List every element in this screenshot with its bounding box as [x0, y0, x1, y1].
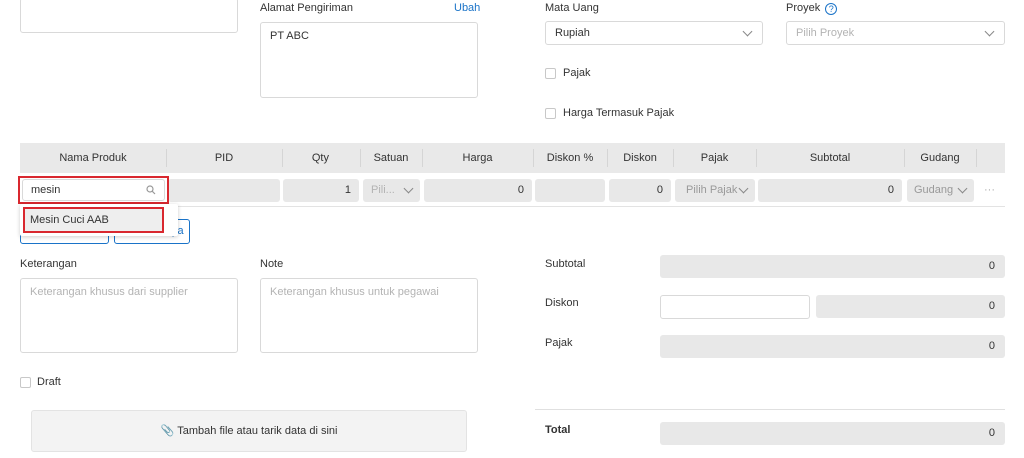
suggestion-item[interactable]: Mesin Cuci AAB [23, 207, 164, 233]
search-icon [146, 185, 156, 195]
supplier-note-label: Keterangan [20, 258, 77, 270]
chevron-down-icon [403, 183, 414, 194]
discount-field[interactable]: 0 [609, 179, 671, 202]
tax-select[interactable]: Pilih Pajak [675, 179, 755, 202]
tax-placeholder: Pilih Pajak [686, 184, 738, 196]
col-subtotal: Subtotal [809, 152, 851, 164]
chevron-down-icon [957, 183, 968, 194]
price-field[interactable]: 0 [424, 179, 532, 202]
summary-tax-value: 0 [660, 335, 1005, 358]
col-pid: PID [214, 152, 234, 164]
shipping-address-field[interactable]: PT ABC [260, 22, 478, 98]
tax-included-label: Harga Termasuk Pajak [563, 107, 675, 119]
unit-select[interactable]: Pili... [363, 179, 420, 202]
summary-discount-value: 0 [816, 295, 1005, 318]
employee-note-label: Note [260, 258, 284, 270]
col-discount: Diskon [623, 152, 657, 164]
employee-note-field[interactable]: Keterangan khusus untuk pegawai [260, 278, 478, 353]
supplier-note-field[interactable]: Keterangan khusus dari supplier [20, 278, 238, 353]
col-discount-percent: Diskon % [546, 152, 594, 164]
summary-subtotal-label: Subtotal [545, 258, 586, 270]
project-label: Proyek ? [786, 2, 838, 15]
currency-label: Mata Uang [545, 2, 599, 14]
warehouse-placeholder: Gudang [914, 184, 954, 196]
tax-checkbox-label: Pajak [563, 67, 591, 79]
edit-shipping-link[interactable]: Ubah [454, 2, 480, 14]
suggestion-item-label: Mesin Cuci AAB [30, 214, 109, 226]
warehouse-select[interactable]: Gudang [907, 179, 974, 202]
qty-field[interactable]: 1 [283, 179, 359, 202]
help-icon[interactable]: ? [825, 3, 838, 15]
col-product: Nama Produk [59, 152, 127, 164]
paperclip-icon: 📎 [160, 425, 175, 437]
product-search-value: mesin [31, 184, 61, 196]
summary-discount-input[interactable] [660, 295, 810, 319]
project-placeholder: Pilih Proyek [796, 27, 855, 39]
chevron-down-icon [742, 26, 753, 37]
attachment-label: Tambah file atau tarik data di sini [177, 425, 338, 437]
summary-subtotal-value: 0 [660, 255, 1005, 278]
col-warehouse: Gudang [920, 152, 960, 164]
supplier-note-placeholder: Keterangan khusus dari supplier [30, 286, 188, 298]
tax-included-checkbox[interactable] [545, 108, 556, 119]
col-tax: Pajak [700, 152, 729, 164]
unit-placeholder: Pili... [371, 184, 395, 196]
currency-select[interactable]: Rupiah [545, 21, 763, 45]
product-search-input[interactable]: mesin [22, 179, 165, 201]
supplier-info-box [20, 0, 238, 33]
chevron-down-icon [984, 26, 995, 37]
col-unit: Satuan [373, 152, 409, 164]
col-price: Harga [462, 152, 493, 164]
summary-total-label: Total [545, 424, 571, 436]
tax-checkbox[interactable] [545, 68, 556, 79]
row-more-icon[interactable]: ··· [984, 184, 995, 196]
pid-field[interactable] [168, 179, 280, 202]
subtotal-field: 0 [758, 179, 902, 202]
summary-tax-label: Pajak [545, 337, 573, 349]
attachment-dropzone[interactable]: 📎 Tambah file atau tarik data di sini [31, 410, 467, 452]
summary-total-value: 0 [660, 422, 1005, 445]
col-qty: Qty [311, 152, 329, 164]
currency-value: Rupiah [555, 27, 590, 39]
employee-note-placeholder: Keterangan khusus untuk pegawai [270, 286, 439, 298]
summary-discount-label: Diskon [545, 297, 579, 309]
draft-checkbox[interactable] [20, 377, 31, 388]
shipping-address-value: PT ABC [270, 30, 309, 42]
project-select[interactable]: Pilih Proyek [786, 21, 1005, 45]
shipping-address-label: Alamat Pengiriman [260, 2, 353, 14]
discount-percent-field[interactable] [535, 179, 605, 202]
draft-label: Draft [37, 376, 61, 388]
summary-divider [535, 409, 1005, 410]
chevron-down-icon [738, 183, 749, 194]
